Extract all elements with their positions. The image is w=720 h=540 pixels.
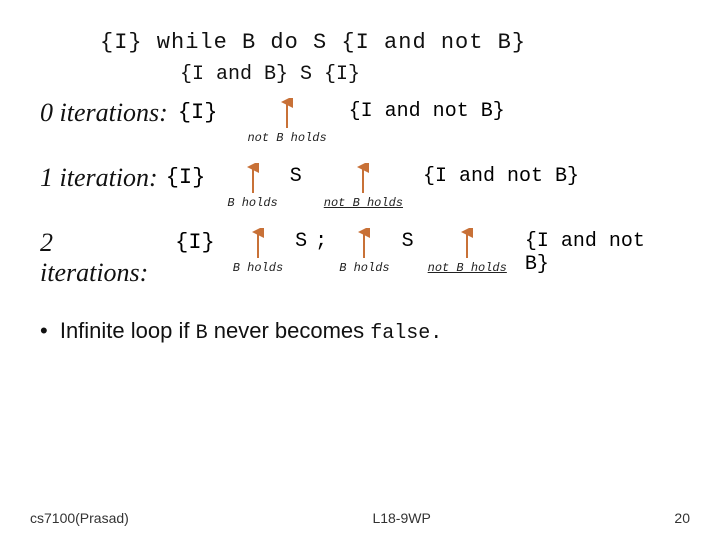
iter-2-arrow2 — [355, 228, 373, 260]
iter-2-s2: S — [402, 230, 414, 253]
bullet-mono2: false. — [370, 322, 442, 345]
iter-1-b-holds: B holds — [227, 196, 277, 210]
footer-center: L18-9WP — [372, 510, 430, 526]
footer-right: 20 — [674, 510, 690, 526]
section-2-iterations: 2 iterations: {I} B holds S ; — [40, 228, 680, 288]
footer-left: cs7100(Prasad) — [30, 510, 129, 526]
top-formula: {I} while B do S {I and not B} — [100, 30, 680, 55]
bullet-text2: never becomes — [214, 318, 364, 343]
iter-2-not-b-holds: not B holds — [428, 261, 507, 275]
footer: cs7100(Prasad) L18-9WP 20 — [0, 510, 720, 526]
iter-2-semicolon: ; — [315, 230, 327, 253]
iter-2-arrow3 — [458, 228, 476, 260]
bullet-icon: • — [40, 318, 48, 343]
iter-1-not-b-holds: not B holds — [324, 196, 403, 210]
iter-0-result: {I and not B} — [349, 100, 505, 123]
iter-1-result: {I and not B} — [423, 165, 579, 188]
iter-0-holds-label: not B holds — [247, 131, 326, 145]
bullet-section: • Infinite loop if B never becomes false… — [40, 318, 680, 345]
iter-2-mono: {I} — [175, 230, 215, 255]
section-1-iteration: 1 iteration: {I} B holds S — [40, 163, 680, 210]
iter-2-arrow1 — [249, 228, 267, 260]
iter-2-s1: S — [295, 230, 307, 253]
bullet-mono1: B — [196, 322, 208, 345]
bullet-text: Infinite loop if — [60, 318, 190, 343]
iter-2-b-holds1: B holds — [233, 261, 283, 275]
iter-1-s: S — [290, 165, 302, 188]
iter-2-result: {I and not B} — [525, 230, 680, 276]
iter-2-b-holds2: B holds — [339, 261, 389, 275]
slide: {I} while B do S {I and not B} {I and B}… — [0, 0, 720, 540]
iter-0-arrow — [278, 98, 296, 130]
iter-1-label: 1 iteration: — [40, 163, 158, 193]
iter-2-label: 2 iterations: — [40, 228, 167, 288]
hoare-triple: {I and B} S {I} — [180, 63, 680, 86]
iter-0-mono: {I} — [178, 100, 218, 125]
iter-1-arrow1 — [244, 163, 262, 195]
iter-1-mono: {I} — [166, 165, 206, 190]
iter-1-arrow2 — [354, 163, 372, 195]
iter-0-label: 0 iterations: — [40, 98, 168, 128]
section-0-iterations: 0 iterations: {I} not B holds {I and not… — [40, 98, 680, 145]
